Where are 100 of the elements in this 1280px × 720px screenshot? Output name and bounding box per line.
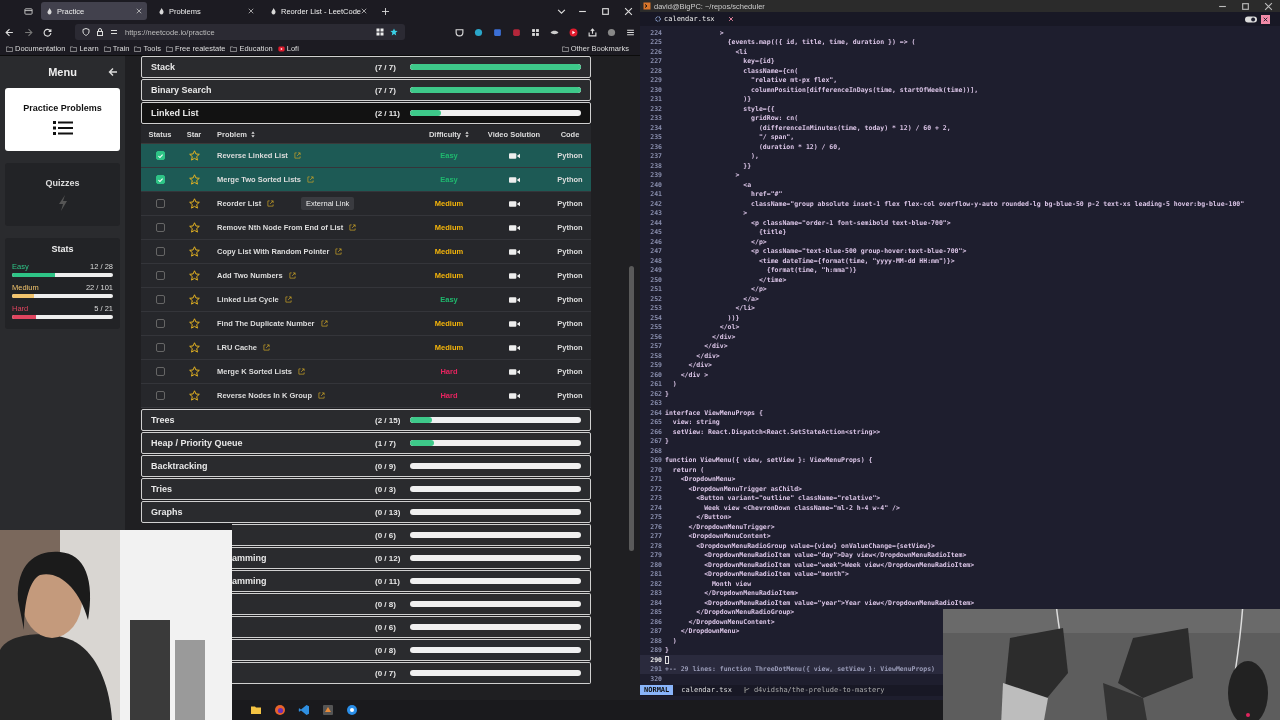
solved-count: (0 / 6) bbox=[375, 622, 397, 632]
list-icon bbox=[52, 120, 73, 136]
video-camera-icon[interactable] bbox=[508, 175, 520, 184]
solved-count: (1 / 7) bbox=[375, 438, 397, 448]
star-icon[interactable] bbox=[188, 294, 200, 305]
checkbox[interactable] bbox=[155, 151, 165, 160]
maximize-icon[interactable] bbox=[601, 6, 610, 16]
text-cursor bbox=[665, 655, 669, 664]
category-header[interactable]: (0 / 6) bbox=[232, 616, 591, 638]
checkbox[interactable] bbox=[155, 223, 165, 232]
app-icon[interactable] bbox=[346, 704, 358, 716]
toggle-icon[interactable] bbox=[1245, 15, 1257, 23]
category-header[interactable]: Trees (2 / 15) bbox=[141, 409, 591, 431]
code-editor-icon[interactable] bbox=[298, 704, 310, 716]
video-camera-icon[interactable] bbox=[508, 343, 520, 352]
external-link-icon[interactable] bbox=[335, 248, 343, 255]
star-icon[interactable] bbox=[188, 150, 200, 161]
star-icon[interactable] bbox=[188, 270, 200, 281]
checkbox[interactable] bbox=[155, 295, 165, 304]
browser-icon[interactable] bbox=[274, 704, 286, 716]
back-icon[interactable] bbox=[5, 27, 14, 37]
close-icon[interactable] bbox=[1264, 1, 1273, 11]
external-link-icon[interactable] bbox=[263, 344, 270, 351]
menu-card[interactable]: Practice Problems bbox=[5, 88, 120, 151]
category-header[interactable]: Linked List (2 / 11) bbox=[141, 102, 591, 124]
video-camera-icon[interactable] bbox=[508, 199, 520, 208]
video-camera-icon[interactable] bbox=[508, 247, 520, 256]
video-camera-icon[interactable] bbox=[508, 271, 520, 280]
category-header[interactable]: Stack (7 / 7) bbox=[141, 56, 591, 78]
star-icon[interactable] bbox=[188, 174, 200, 185]
chevron-down-icon[interactable] bbox=[557, 6, 566, 16]
video-camera-icon[interactable] bbox=[508, 367, 520, 376]
close-icon[interactable] bbox=[361, 8, 368, 14]
external-link-icon[interactable] bbox=[318, 392, 326, 399]
category-header[interactable]: amming (0 / 12) bbox=[232, 547, 591, 569]
category-header[interactable]: (0 / 7) bbox=[232, 662, 591, 684]
close-icon[interactable] bbox=[248, 8, 254, 14]
star-icon[interactable] bbox=[390, 28, 398, 36]
external-link-icon[interactable] bbox=[320, 320, 328, 327]
external-link-icon[interactable] bbox=[298, 368, 305, 375]
star-icon[interactable] bbox=[188, 318, 200, 329]
back-arrow-icon[interactable] bbox=[108, 67, 118, 77]
category-header[interactable]: amming (0 / 11) bbox=[232, 570, 591, 592]
forward-icon[interactable] bbox=[24, 27, 33, 37]
sort-icon[interactable] bbox=[465, 130, 470, 138]
checkbox[interactable] bbox=[155, 319, 165, 328]
category-name: Tries bbox=[151, 484, 173, 494]
new-tab-icon[interactable] bbox=[382, 7, 389, 15]
category-name: Stack bbox=[151, 62, 177, 72]
grid-icon[interactable] bbox=[376, 28, 384, 36]
checkbox[interactable] bbox=[155, 199, 165, 208]
scrollbar-thumb[interactable] bbox=[629, 266, 634, 551]
extension-icon[interactable] bbox=[607, 27, 616, 37]
video-camera-icon[interactable] bbox=[508, 223, 520, 232]
reload-icon[interactable] bbox=[43, 27, 52, 37]
category-header[interactable]: (0 / 8) bbox=[232, 593, 591, 615]
external-link-icon[interactable] bbox=[288, 272, 296, 279]
play-icon[interactable] bbox=[569, 27, 578, 37]
checkbox[interactable] bbox=[155, 271, 165, 280]
external-link-icon[interactable] bbox=[267, 200, 275, 207]
extensions-grid-icon[interactable] bbox=[531, 27, 540, 37]
star-icon[interactable] bbox=[188, 390, 200, 401]
star-icon[interactable] bbox=[188, 342, 200, 353]
solved-count: (0 / 6) bbox=[375, 530, 397, 540]
category-name: Linked List bbox=[151, 108, 200, 118]
pocket-icon[interactable] bbox=[455, 27, 464, 37]
video-camera-icon[interactable] bbox=[508, 295, 520, 304]
folder-icon[interactable] bbox=[250, 704, 262, 716]
folder-icon bbox=[6, 45, 13, 52]
checkbox[interactable] bbox=[155, 247, 165, 256]
category-header[interactable]: (0 / 6) bbox=[232, 524, 591, 546]
app-icon[interactable] bbox=[322, 704, 334, 716]
close-icon[interactable] bbox=[727, 16, 734, 22]
sort-icon[interactable] bbox=[251, 130, 255, 138]
video-camera-icon[interactable] bbox=[508, 319, 520, 328]
category-header[interactable]: Graphs (0 / 13) bbox=[141, 501, 591, 523]
share-icon[interactable] bbox=[588, 27, 597, 37]
category-header[interactable]: (0 / 8) bbox=[232, 639, 591, 661]
star-icon[interactable] bbox=[188, 366, 200, 377]
checkbox[interactable] bbox=[155, 343, 165, 352]
category-header[interactable]: Binary Search (7 / 7) bbox=[141, 79, 591, 101]
close-icon[interactable] bbox=[1261, 14, 1270, 24]
star-icon[interactable] bbox=[188, 222, 200, 233]
checkbox[interactable] bbox=[155, 391, 165, 400]
category-header[interactable]: Heap / Priority Queue (1 / 7) bbox=[141, 432, 591, 454]
tab-list-icon[interactable] bbox=[24, 6, 33, 16]
category-header[interactable]: Backtracking (0 / 9) bbox=[141, 455, 591, 477]
star-icon[interactable] bbox=[188, 198, 200, 209]
video-camera-icon[interactable] bbox=[508, 391, 520, 400]
menu-icon[interactable] bbox=[626, 27, 635, 37]
checkbox[interactable] bbox=[155, 367, 165, 376]
external-link-icon[interactable] bbox=[284, 296, 292, 303]
menu-card[interactable]: Quizzes bbox=[5, 163, 120, 226]
external-link-icon[interactable] bbox=[349, 224, 357, 231]
video-camera-icon[interactable] bbox=[508, 151, 520, 160]
category-name: Trees bbox=[151, 415, 176, 425]
checkbox[interactable] bbox=[155, 175, 165, 184]
star-icon[interactable] bbox=[188, 246, 200, 257]
category-header[interactable]: Tries (0 / 3) bbox=[141, 478, 591, 500]
maximize-icon[interactable] bbox=[1241, 1, 1250, 11]
